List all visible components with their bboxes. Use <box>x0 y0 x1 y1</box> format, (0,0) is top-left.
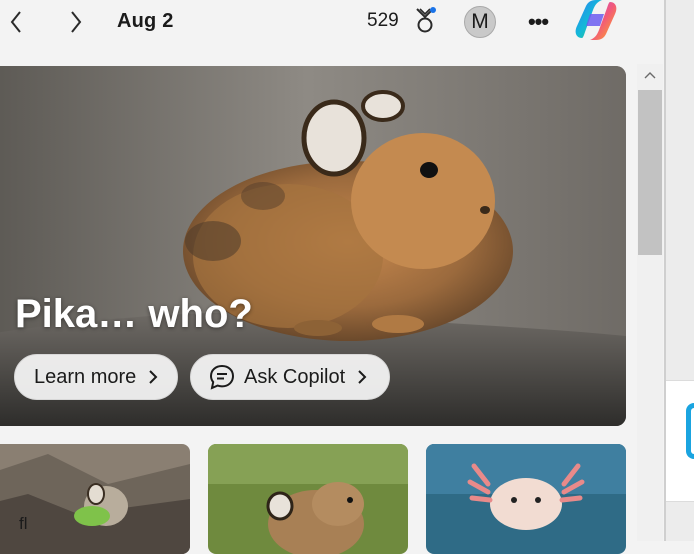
ask-copilot-label: Ask Copilot <box>244 365 346 388</box>
ask-copilot-button[interactable]: Ask Copilot <box>190 354 390 400</box>
learn-more-button[interactable]: Learn more <box>14 354 178 400</box>
date-label: Aug 2 <box>117 10 174 32</box>
chevron-right-icon <box>358 370 367 384</box>
news-card-axolotl[interactable] <box>426 444 626 554</box>
chevron-right-icon <box>71 11 82 33</box>
adjacent-window-text: fl <box>19 514 28 533</box>
adjacent-card[interactable] <box>666 380 694 502</box>
avatar[interactable]: M <box>464 6 496 38</box>
news-card-pika-grass[interactable] <box>208 444 408 554</box>
top-bar: Aug 2 529 M ••• <box>0 0 664 46</box>
learn-more-label: Learn more <box>34 365 137 388</box>
back-button[interactable] <box>4 8 28 36</box>
edge-logo-icon <box>686 403 694 459</box>
news-card-pika-leaf[interactable] <box>0 444 190 554</box>
trophy-icon[interactable] <box>411 6 439 36</box>
rewards-points[interactable]: 529 <box>367 10 399 32</box>
hero-card[interactable]: Pika… who? Learn more Ask Copilot <box>0 66 626 426</box>
axolotl-image <box>426 444 626 554</box>
forward-button[interactable] <box>64 8 88 36</box>
chevron-left-icon <box>10 11 21 33</box>
scroll-up-button[interactable] <box>637 64 663 86</box>
chat-bubble-icon <box>209 364 235 390</box>
scroll-thumb[interactable] <box>638 90 662 255</box>
chevron-right-icon <box>149 370 158 384</box>
pika-with-leaf-image <box>0 444 190 554</box>
vertical-scrollbar[interactable] <box>637 64 663 541</box>
pika-on-grass-image <box>208 444 408 554</box>
adjacent-window <box>666 0 694 541</box>
more-options-button[interactable]: ••• <box>525 8 551 36</box>
copilot-logo-icon[interactable] <box>572 0 620 42</box>
chevron-up-icon <box>644 72 656 79</box>
hero-title: Pika… who? <box>15 292 253 336</box>
